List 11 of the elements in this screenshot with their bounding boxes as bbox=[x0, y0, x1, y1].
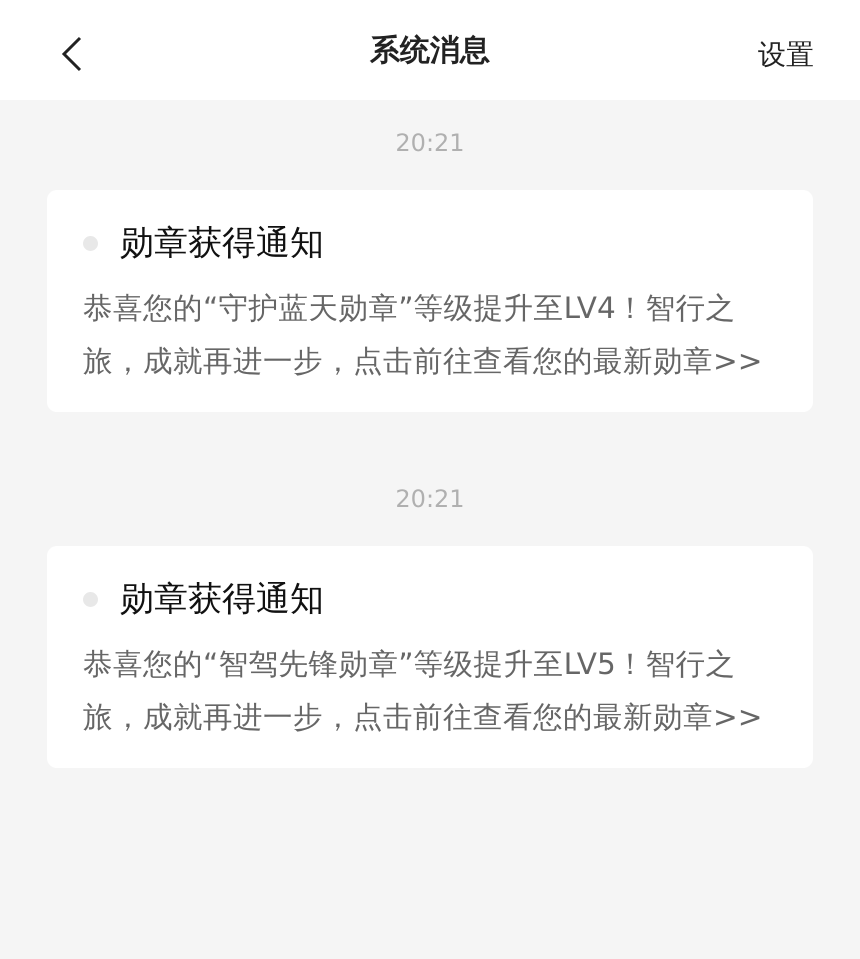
message-text: 恭喜您的“智驾先锋勋章”等级提升至LV5！智行之旅，成就再进一步，点击前往查看您的最新勋章>> bbox=[83, 646, 764, 736]
message-card[interactable]: 勋章获得通知 恭喜您的“智驾先锋勋章”等级提升至LV5！智行之旅，成就再进一步，点击前往查看您的最新勋章>> bbox=[47, 546, 813, 768]
message-time: 20:21 bbox=[394, 128, 466, 158]
settings-button[interactable]: 设置 bbox=[758, 36, 814, 74]
back-icon bbox=[60, 36, 84, 72]
message-card[interactable]: 勋章获得通知 恭喜您的“守护蓝天勋章”等级提升至LV4！智行之旅，成就再进一步，点击前往查看您的最新勋章>> bbox=[47, 190, 813, 412]
message-title: 勋章获得通知 bbox=[120, 222, 324, 265]
page-title: 系统消息 bbox=[370, 32, 490, 70]
message-time: 20:21 bbox=[394, 484, 466, 514]
message-text: 恭喜您的“守护蓝天勋章”等级提升至LV4！智行之旅，成就再进一步，点击前往查看您的最新勋章>> bbox=[83, 290, 764, 380]
message-title: 勋章获得通知 bbox=[120, 578, 324, 621]
